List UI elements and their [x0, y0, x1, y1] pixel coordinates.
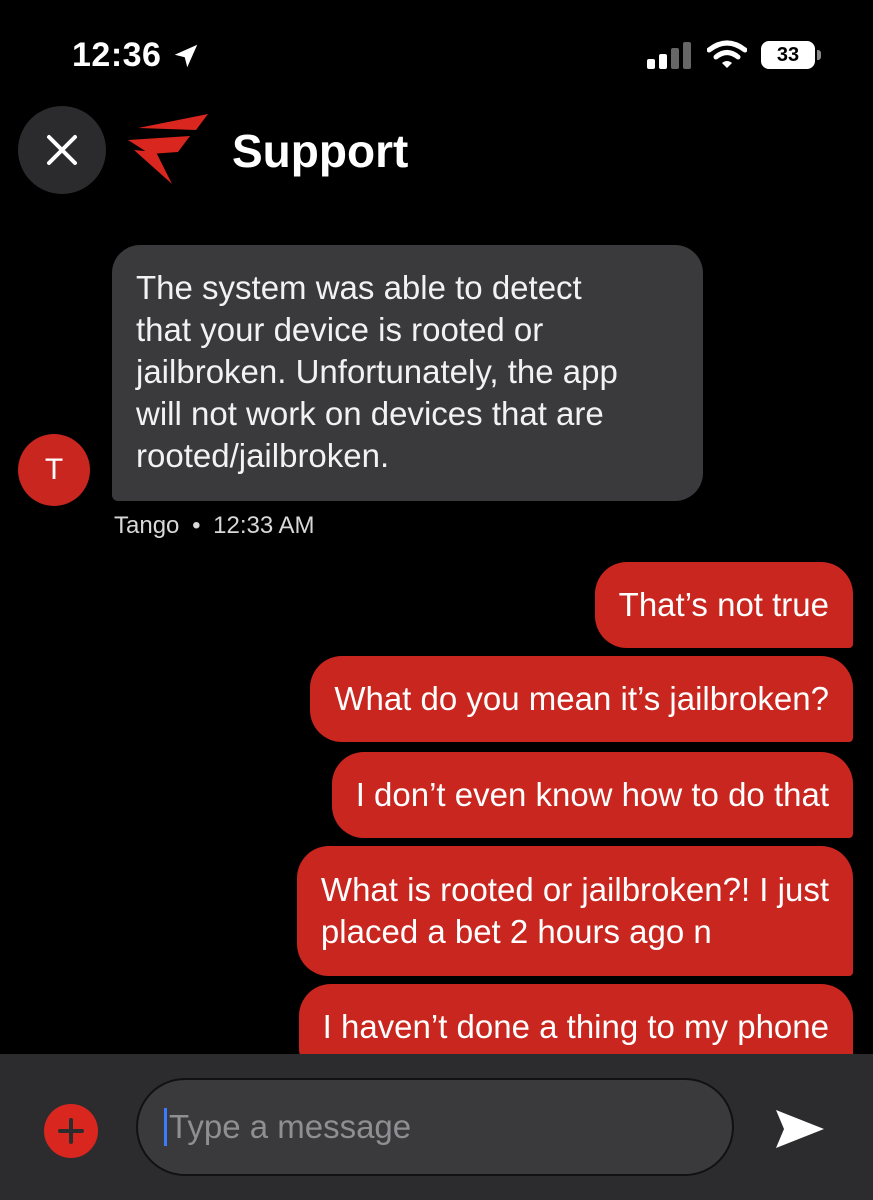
incoming-message-bubble: The system was able to detect that your … — [112, 245, 703, 501]
outgoing-message-bubble: I don’t even know how to do that — [331, 752, 853, 838]
outgoing-message-text: That’s not true — [618, 586, 829, 623]
location-arrow-icon — [175, 44, 198, 67]
header-title: Support — [232, 125, 409, 177]
sender-name: Tango — [114, 512, 180, 539]
battery-icon: 33 — [761, 41, 821, 69]
outgoing-message-bubble: What is rooted or jailbroken?! I just pl… — [296, 846, 853, 976]
meta-separator: • — [192, 512, 201, 539]
message-input[interactable]: Type a message — [136, 1078, 734, 1176]
incoming-message-line: jailbroken. Unfortunately, the app — [136, 353, 618, 390]
message-input-placeholder: Type a message — [169, 1108, 412, 1145]
agent-avatar: T — [18, 434, 90, 506]
send-button[interactable] — [772, 1104, 828, 1154]
chat-screen: 12:36 33 Support The system was able to … — [0, 0, 873, 1200]
battery-level: 33 — [776, 43, 800, 66]
status-bar-icons: 33 — [647, 40, 821, 70]
text-caret — [164, 1108, 167, 1146]
add-attachment-button[interactable] — [44, 1104, 98, 1158]
time-text: 12:36 — [72, 36, 162, 74]
incoming-message-line: The system was able to detect — [136, 269, 582, 306]
signal-icon — [647, 42, 691, 69]
battery-nub — [817, 50, 821, 60]
incoming-message-line: rooted/jailbroken. — [136, 437, 390, 474]
outgoing-message-line: What is rooted or jailbroken?! I just — [320, 871, 829, 908]
plus-icon — [58, 1118, 84, 1144]
incoming-message-line: that your device is rooted or — [136, 311, 544, 348]
status-bar-time: 12:36 — [72, 36, 201, 75]
fanatics-logo — [128, 114, 208, 184]
send-icon — [776, 1110, 824, 1148]
close-icon — [47, 135, 77, 165]
avatar-letter: T — [44, 453, 64, 486]
outgoing-message-text: I don’t even know how to do that — [355, 776, 829, 813]
message-meta: Tango • 12:33 AM — [114, 512, 315, 540]
outgoing-message-text: I haven’t done a thing to my phone — [322, 1008, 829, 1045]
wifi-icon — [707, 40, 747, 68]
message-time: 12:33 AM — [213, 512, 315, 539]
outgoing-message-bubble: What do you mean it’s jailbroken? — [310, 656, 853, 742]
outgoing-message-text: What do you mean it’s jailbroken? — [334, 680, 829, 717]
outgoing-message-line: placed a bet 2 hours ago n — [320, 913, 712, 950]
close-button[interactable] — [18, 106, 106, 194]
outgoing-message-bubble: That’s not true — [594, 562, 853, 648]
incoming-message-line: will not work on devices that are — [136, 395, 604, 432]
